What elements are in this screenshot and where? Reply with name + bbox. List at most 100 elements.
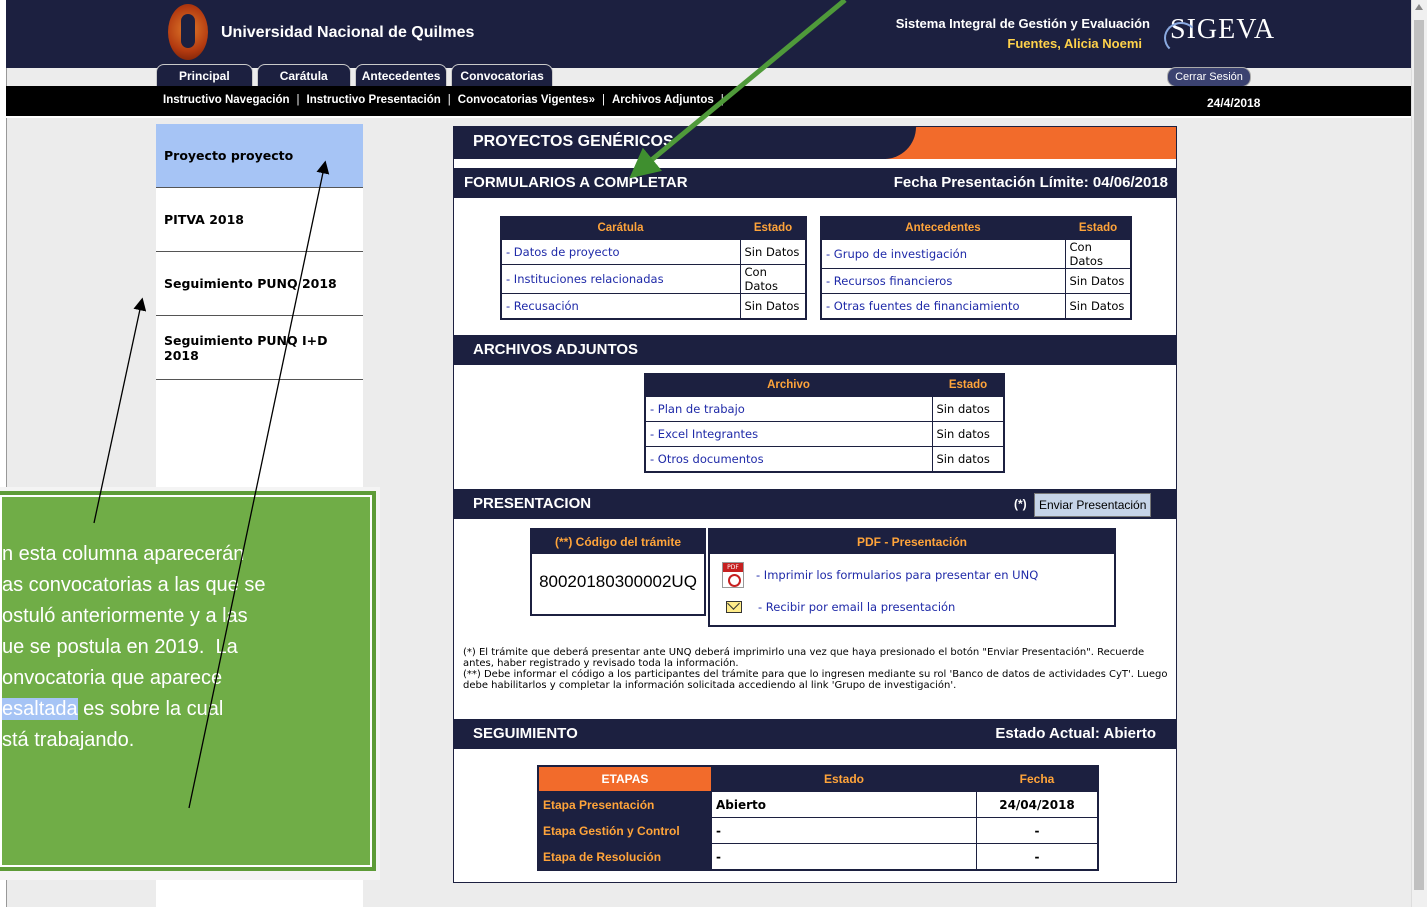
- table-row: - Grupo de investigación Con Datos: [820, 238, 1132, 269]
- annotation-line: onvocatoria que aparece: [2, 667, 223, 689]
- presentation-heading: PRESENTACION: [473, 495, 592, 512]
- annotation-text: n esta columna aparecerán as convocatori…: [2, 539, 362, 756]
- form-link-instituciones[interactable]: - Instituciones relacionadas: [506, 272, 664, 286]
- attachments-heading: ARCHIVOS ADJUNTOS: [473, 341, 639, 358]
- sigeva-logo: SIGEVA: [1163, 14, 1276, 54]
- tab-caratula[interactable]: Carátula: [256, 64, 351, 86]
- form-link-recursos-financieros[interactable]: - Recursos financieros: [826, 274, 952, 288]
- system-name: Sistema Integral de Gestión y Evaluación: [895, 16, 1150, 31]
- sidebar-item-pitva-2018[interactable]: PITVA 2018: [156, 188, 363, 252]
- stage-status: -: [711, 817, 977, 844]
- page-title: PROYECTOS GENÉRICOS: [473, 133, 674, 150]
- nav-archivos-adjuntos[interactable]: Archivos Adjuntos: [612, 94, 714, 106]
- forms-heading: FORMULARIOS A COMPLETAR: [464, 174, 688, 191]
- column-header: Carátula: [500, 216, 741, 240]
- table-row: Etapa Gestión y Control - -: [537, 817, 1099, 844]
- note-2: (**) Debe informar el código a los parti…: [463, 669, 1168, 691]
- envelope-icon: [726, 601, 742, 613]
- app-header: Universidad Nacional de Quilmes Sistema …: [6, 0, 1412, 68]
- tracking-section-header: SEGUIMIENTO Estado Actual: Abierto: [454, 719, 1176, 749]
- attachment-link-plan-trabajo[interactable]: - Plan de trabajo: [650, 402, 745, 416]
- sidebar-item-proyecto[interactable]: Proyecto proyecto: [156, 124, 363, 188]
- stage-date: -: [976, 817, 1099, 844]
- annotation-line: ostuló anteriormente y a las: [2, 605, 248, 627]
- table-row: Etapa de Resolución - -: [537, 843, 1099, 871]
- send-presentation-button[interactable]: Enviar Presentación: [1034, 493, 1152, 517]
- column-header: ETAPAS: [537, 765, 712, 792]
- annotation-line: es sobre la cual: [77, 698, 224, 720]
- attachment-link-excel-integrantes[interactable]: - Excel Integrantes: [650, 427, 758, 441]
- forms-section-header: FORMULARIOS A COMPLETAR Fecha Presentaci…: [454, 168, 1176, 198]
- table-row: Etapa Presentación Abierto 24/04/2018: [537, 791, 1099, 818]
- stage-label: Etapa Presentación: [537, 791, 712, 818]
- scroll-thumb[interactable]: [1414, 20, 1424, 890]
- annotation-line: n esta columna aparecerán: [2, 543, 245, 565]
- nav-separator: |: [296, 94, 300, 106]
- column-header: Estado: [931, 373, 1005, 397]
- column-header: Estado: [1064, 216, 1132, 240]
- tracking-heading: SEGUIMIENTO: [473, 725, 578, 742]
- user-name: Fuentes, Alicia Noemi: [1007, 36, 1142, 51]
- university-name: Universidad Nacional de Quilmes: [221, 24, 475, 41]
- deadline: Fecha Presentación Límite: 04/06/2018: [893, 174, 1168, 191]
- university-logo-icon: [168, 4, 208, 60]
- print-forms-link[interactable]: - Imprimir los formularios para presenta…: [756, 568, 1038, 582]
- form-link-recusacion[interactable]: - Recusación: [506, 299, 579, 313]
- tab-antecedentes[interactable]: Antecedentes: [354, 64, 448, 86]
- note-1: (*) El trámite que deberá presentar ante…: [463, 647, 1145, 669]
- print-row: - Imprimir los formularios para presenta…: [722, 562, 1038, 588]
- table-row: - Plan de trabajo Sin datos: [644, 395, 1005, 422]
- sidebar-item-seguimiento-punq-id-2018[interactable]: Seguimiento PUNQ I+D 2018: [156, 316, 363, 380]
- nav-instructivo-presentacion[interactable]: Instructivo Presentación: [307, 94, 441, 106]
- stage-status: -: [711, 843, 977, 871]
- status-cell: Con Datos: [1064, 238, 1132, 269]
- table-row: - Recusación Sin Datos: [500, 293, 807, 320]
- main-tabs: Principal Carátula Antecedentes Convocat…: [156, 64, 553, 86]
- logout-button[interactable]: Cerrar Sesión: [1167, 67, 1251, 87]
- annotation-box: n esta columna aparecerán as convocatori…: [0, 491, 376, 871]
- attachments-section-header: ARCHIVOS ADJUNTOS: [454, 335, 1176, 365]
- stage-label: Etapa Gestión y Control: [537, 817, 712, 844]
- page-title-bar: PROYECTOS GENÉRICOS: [454, 127, 1176, 159]
- column-header: Antecedentes: [820, 216, 1066, 240]
- nav-convocatorias-vigentes[interactable]: Convocatorias Vigentes»: [458, 94, 595, 106]
- form-link-otras-fuentes[interactable]: - Otras fuentes de financiamiento: [826, 299, 1020, 313]
- table-row: - Instituciones relacionadas Con Datos: [500, 264, 807, 294]
- vertical-scrollbar[interactable]: [1411, 0, 1427, 907]
- attachment-link-otros-documentos[interactable]: - Otros documentos: [650, 452, 764, 466]
- tab-convocatorias[interactable]: Convocatorias: [451, 64, 553, 86]
- attachments-table: Archivo Estado - Plan de trabajo Sin dat…: [644, 373, 1005, 473]
- status-cell: Sin Datos: [1064, 293, 1132, 320]
- nav-instructivo-navegacion[interactable]: Instructivo Navegación: [163, 94, 290, 106]
- status-cell: Con Datos: [739, 264, 807, 294]
- presentation-notes: (*) El trámite que deberá presentar ante…: [463, 647, 1173, 691]
- annotation-line: ue se postula en 2019. La: [2, 636, 238, 658]
- tab-principal[interactable]: Principal: [156, 64, 253, 86]
- status-cell: Sin datos: [931, 446, 1005, 473]
- pdf-header: PDF - Presentación: [710, 530, 1114, 554]
- status-cell: Sin datos: [931, 395, 1005, 422]
- nav-separator: |: [447, 94, 451, 106]
- form-link-datos-proyecto[interactable]: - Datos de proyecto: [506, 245, 620, 259]
- antecedentes-table: Antecedentes Estado - Grupo de investiga…: [820, 216, 1132, 320]
- tramite-code: 80020180300002UQ: [539, 572, 697, 591]
- column-header: Estado: [711, 765, 977, 792]
- column-header: Archivo: [644, 373, 933, 397]
- table-row: - Otros documentos Sin datos: [644, 446, 1005, 473]
- email-presentation-link[interactable]: - Recibir por email la presentación: [758, 600, 955, 614]
- email-row: - Recibir por email la presentación: [722, 600, 955, 614]
- status-cell: Sin Datos: [739, 238, 807, 265]
- current-date: 24/4/2018: [1207, 96, 1261, 110]
- stage-status: Abierto: [711, 791, 977, 818]
- scroll-up-icon[interactable]: [1415, 4, 1423, 10]
- pdf-icon: [722, 562, 744, 588]
- sidebar-item-seguimiento-punq-2018[interactable]: Seguimiento PUNQ 2018: [156, 252, 363, 316]
- status-cell: Sin datos: [931, 421, 1005, 447]
- table-row: - Datos de proyecto Sin Datos: [500, 238, 807, 265]
- form-link-grupo-investigacion[interactable]: - Grupo de investigación: [826, 247, 967, 261]
- status-cell: Sin Datos: [739, 293, 807, 320]
- annotation-highlight: esaltada: [2, 698, 78, 720]
- annotation-line: stá trabajando.: [2, 729, 135, 751]
- table-row: - Recursos financieros Sin Datos: [820, 268, 1132, 294]
- sub-navigation: Instructivo Navegación | Instructivo Pre…: [6, 86, 1412, 118]
